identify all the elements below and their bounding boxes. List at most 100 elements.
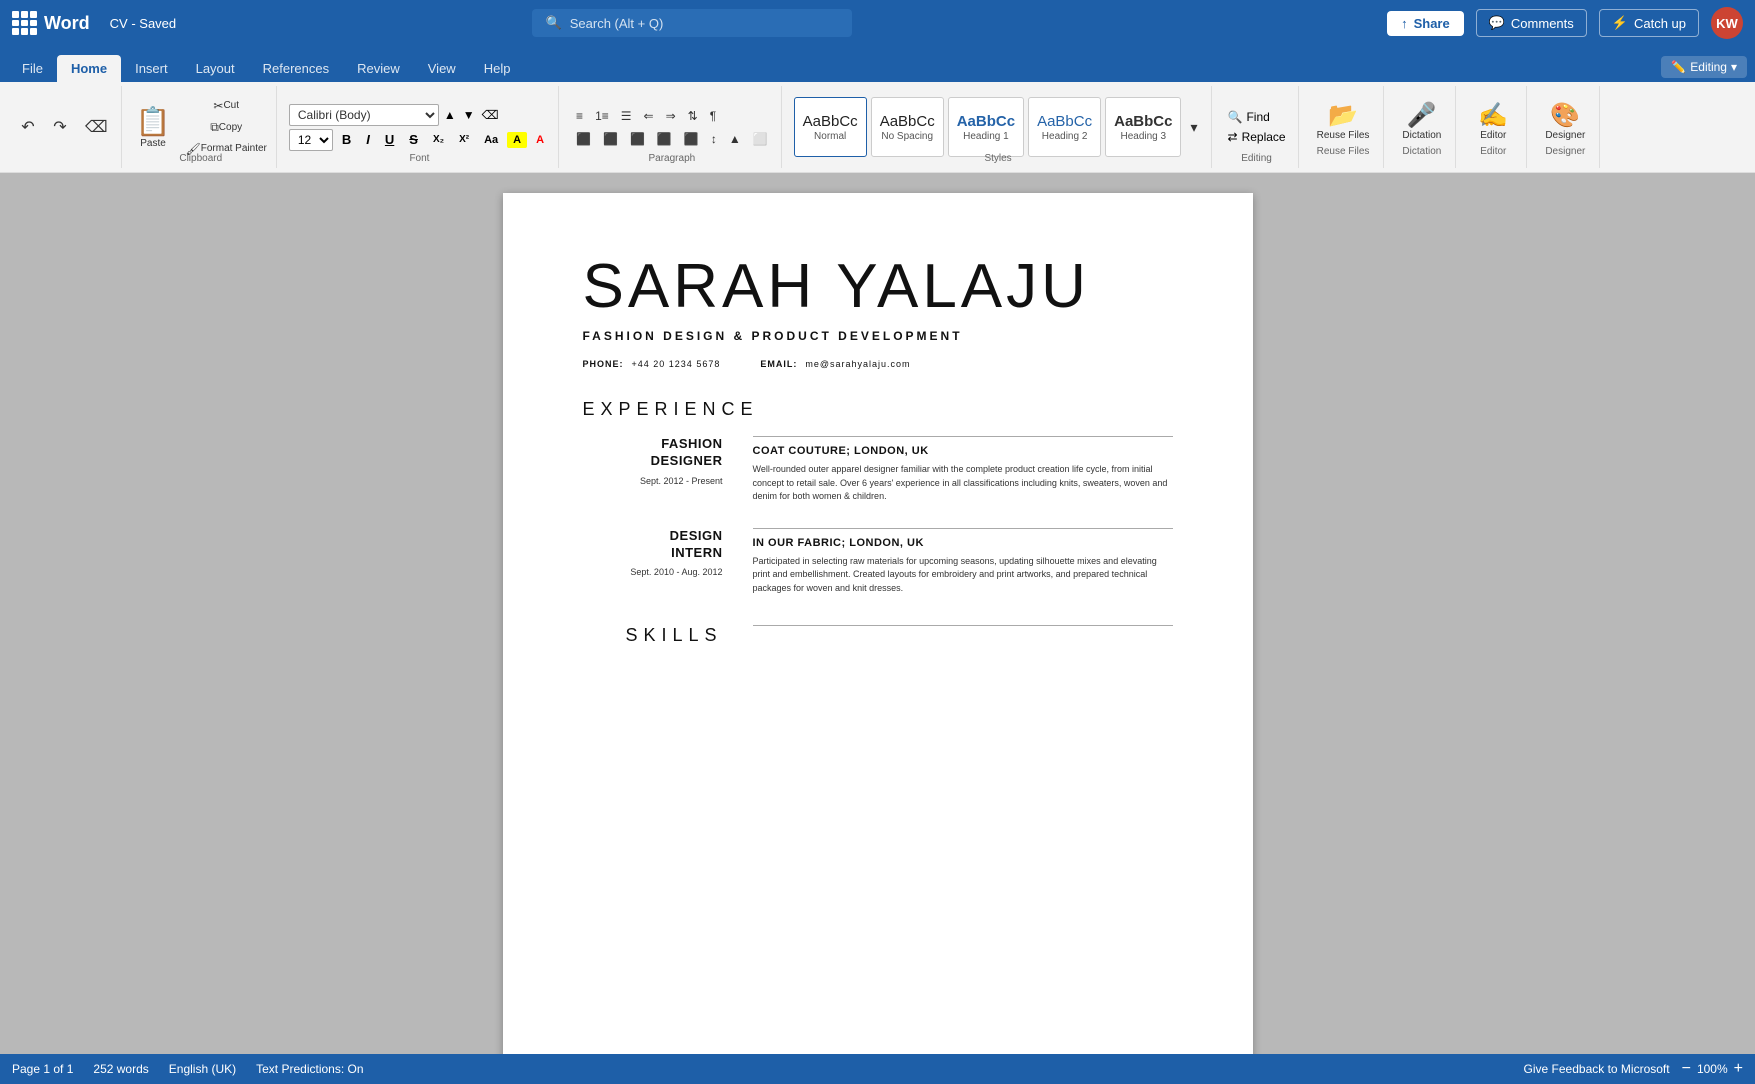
bold-button[interactable]: B [336,130,357,149]
clipboard-group: 📋 Paste ✂ Cut ⧉ Copy 🖌 Format Painter Cl… [126,86,277,168]
font-case-button[interactable]: Aa [478,132,504,148]
cv-phone: PHONE: +44 20 1234 5678 [583,359,721,369]
cv-experience-title: EXPERIENCE [583,399,1173,420]
feedback-label[interactable]: Give Feedback to Microsoft [1524,1062,1670,1076]
font-color-button[interactable]: A [530,132,550,148]
numbered-list-button[interactable]: 1≡ [590,106,614,126]
styles-group-label: Styles [786,153,1211,164]
document-page[interactable]: SARAH YALAJU FASHION DESIGN & PRODUCT DE… [503,193,1253,1057]
cv-email: EMAIL: me@sarahyalaju.com [760,359,910,369]
tab-view[interactable]: View [414,55,470,82]
align-justify-button[interactable]: ⬛ [652,129,677,149]
style-no-spacing[interactable]: AaBbCc No Spacing [871,97,944,157]
line-spacing-button[interactable]: ↕ [706,129,722,149]
font-size-down-icon[interactable]: ▼ [461,106,477,124]
increase-indent-button[interactable]: ⇒ [661,106,681,126]
reuse-files-button[interactable]: 📂 Reuse Files [1311,98,1376,144]
cv-contact: PHONE: +44 20 1234 5678 EMAIL: me@sarahy… [583,359,1173,369]
tab-home[interactable]: Home [57,55,121,82]
designer-button[interactable]: 🎨 Designer [1539,98,1591,144]
redo-button[interactable]: ↷ [46,112,74,142]
align-left-button[interactable]: ⬛ [571,129,596,149]
style-heading2[interactable]: AaBbCc Heading 2 [1028,97,1101,157]
cv-job-date-2: Sept. 2010 - Aug. 2012 [583,567,723,577]
cut-button[interactable]: ✂ Cut [181,96,272,116]
editing-icon: ✏️ [1671,60,1686,74]
doc-name: CV - Saved [110,16,176,31]
align-center-button[interactable]: ⬛ [598,129,623,149]
show-formatting-button[interactable]: ¶ [705,106,721,126]
replace-button[interactable]: ⇄Replace [1224,128,1290,146]
style-heading1[interactable]: AaBbCc Heading 1 [948,97,1024,157]
title-bar: Word CV - Saved 🔍 ↑ Share 💬 Comments ⚡ C… [0,0,1755,46]
columns-button[interactable]: ⬛ [679,129,704,149]
styles-more-button[interactable]: ▾ [1185,116,1202,139]
tab-help[interactable]: Help [470,55,525,82]
cv-job-right-1: COAT COUTURE; LONDON, UK Well-rounded ou… [753,436,1173,504]
zoom-controls: − 100% + [1682,1060,1743,1078]
status-bar: Page 1 of 1 252 words English (UK) Text … [0,1054,1755,1084]
subscript-button[interactable]: X₂ [427,132,450,147]
decrease-indent-button[interactable]: ⇐ [639,106,659,126]
catch-up-button[interactable]: ⚡ Catch up [1599,9,1699,37]
multilevel-list-button[interactable]: ☰ [616,106,637,126]
shading-button[interactable]: ▲ [724,129,746,149]
app-name: Word [44,13,90,34]
editor-button[interactable]: ✍ Editor [1468,98,1518,144]
clipboard-small: ✂ Cut ⧉ Copy 🖌 Format Painter [181,96,272,159]
superscript-button[interactable]: X² [453,132,475,147]
zoom-out-button[interactable]: − [1682,1060,1691,1078]
italic-button[interactable]: I [360,130,376,149]
cv-job-right-2: IN OUR FABRIC; LONDON, UK Participated i… [753,528,1173,596]
ribbon-tabs: File Home Insert Layout References Revie… [0,46,1755,82]
font-size-up-icon[interactable]: ▲ [442,106,458,124]
font-family-select[interactable]: Calibri (Body) [289,104,439,126]
avatar[interactable]: KW [1711,7,1743,39]
search-icon: 🔍 [546,15,562,31]
tab-review[interactable]: Review [343,55,414,82]
underline-button[interactable]: U [379,130,400,149]
tab-insert[interactable]: Insert [121,55,182,82]
search-input[interactable] [570,16,810,31]
waffle-icon[interactable] [12,11,36,35]
format-clear-button[interactable]: ⌫ [78,112,115,142]
designer-group: 🎨 Designer Designer [1531,86,1600,168]
zoom-in-button[interactable]: + [1734,1060,1743,1078]
tab-layout[interactable]: Layout [182,55,249,82]
share-button[interactable]: ↑ Share [1387,11,1464,36]
cv-name: SARAH YALAJU [583,253,1173,321]
page-info: Page 1 of 1 [12,1062,73,1076]
paragraph-group: ≡ 1≡ ☰ ⇐ ⇒ ⇅ ¶ ⬛ ⬛ ⬛ ⬛ ⬛ ↕ ▲ ⬜ Paragraph [563,86,782,168]
dictation-button[interactable]: 🎤 Dictation [1396,98,1447,144]
search-bar[interactable]: 🔍 [532,9,852,37]
text-predictions: Text Predictions: On [256,1062,363,1076]
style-normal[interactable]: AaBbCc Normal [794,97,867,157]
cv-job-left-2: DESIGNINTERN Sept. 2010 - Aug. 2012 [583,528,723,596]
undo-button[interactable]: ↶ [14,112,42,142]
ribbon-toolbar: ↶ ↷ ⌫ 📋 Paste ✂ Cut ⧉ Copy 🖌 Format Pain… [0,82,1755,173]
font-highlight-button[interactable]: A [507,132,527,148]
comments-button[interactable]: 💬 Comments [1476,9,1587,37]
bullet-list-button[interactable]: ≡ [571,106,588,126]
editing-mode-button[interactable]: ✏️ Editing ▾ [1661,56,1747,78]
paste-icon: 📋 [136,105,171,138]
copy-button[interactable]: ⧉ Copy [181,117,272,138]
strikethrough-button[interactable]: S [403,130,424,149]
find-button[interactable]: 🔍Find [1224,108,1290,126]
clear-format-icon[interactable]: ⌫ [480,106,501,124]
catch-icon: ⚡ [1612,15,1628,31]
sort-button[interactable]: ⇅ [683,106,703,126]
tab-references[interactable]: References [249,55,343,82]
font-size-select[interactable]: 12.5 [289,129,333,151]
cv-job-date-1: Sept. 2012 - Present [583,476,723,486]
designer-icon: 🎨 [1550,101,1580,130]
cv-job-design-intern: DESIGNINTERN Sept. 2010 - Aug. 2012 IN O… [583,528,1173,596]
align-right-button[interactable]: ⬛ [625,129,650,149]
style-heading3[interactable]: AaBbCc Heading 3 [1105,97,1181,157]
tab-file[interactable]: File [8,55,57,82]
comments-icon: 💬 [1489,15,1505,31]
cv-company-1: COAT COUTURE; LONDON, UK [753,445,1173,457]
paste-button[interactable]: 📋 Paste [130,101,177,153]
borders-button[interactable]: ⬜ [748,129,773,149]
cv-desc-1: Well-rounded outer apparel designer fami… [753,463,1173,504]
